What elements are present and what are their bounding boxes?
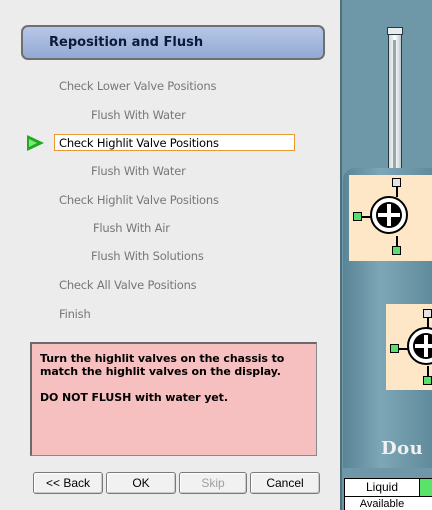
step-flush-with-air: Flush With Air	[93, 221, 170, 235]
valve-1[interactable]	[370, 196, 408, 234]
step-flush-with-water-1: Flush With Water	[91, 108, 186, 122]
skip-button[interactable]: Skip	[179, 472, 247, 494]
valve-2-port-top	[423, 309, 432, 318]
legend-liquid-swatch	[420, 479, 432, 497]
cancel-button[interactable]: Cancel	[250, 472, 320, 494]
valve-1-stub-bottom	[396, 236, 398, 246]
step-check-all-valve-positions: Check All Valve Positions	[59, 278, 197, 292]
step-flush-with-solutions: Flush With Solutions	[91, 249, 204, 263]
legend-box: Liquid Available	[344, 478, 432, 510]
wizard-panel: Reposition and Flush Check Lower Valve P…	[0, 0, 340, 510]
instructions-box: Turn the highlit valves on the chassis t…	[30, 342, 317, 456]
step-finish: Finish	[59, 307, 91, 321]
legend-available: Available	[359, 498, 405, 510]
step-flush-with-water-2: Flush With Water	[91, 164, 186, 178]
back-button[interactable]: << Back	[33, 472, 103, 494]
legend-liquid: Liquid	[345, 479, 420, 497]
chassis-diagram: Dou Liquid Available	[340, 0, 432, 510]
current-step-arrow-icon	[27, 135, 44, 151]
step-check-highlit-valve-positions-current: Check Highlit Valve Positions	[54, 134, 295, 151]
ok-button[interactable]: OK	[106, 472, 176, 494]
diagram-label: Dou	[381, 438, 424, 459]
valve-2-port-bottom	[423, 376, 432, 385]
diagram-divider	[340, 0, 342, 510]
valve-1-port-left	[353, 212, 362, 221]
wizard-title: Reposition and Flush	[21, 25, 325, 60]
valve-1-port-bottom	[392, 246, 401, 255]
valve-1-stub-top	[396, 187, 398, 197]
instruction-text: Turn the highlit valves on the chassis t…	[40, 352, 285, 378]
valve-2-stub-bottom	[427, 366, 429, 376]
instruction-warning: DO NOT FLUSH with water yet.	[40, 391, 228, 404]
column-tube-cap	[387, 27, 403, 35]
step-check-highlit-valve-positions-2: Check Highlit Valve Positions	[59, 193, 219, 207]
valve-2-port-left	[390, 344, 399, 353]
valve-1-port-top	[392, 178, 401, 187]
step-check-lower-valve-positions: Check Lower Valve Positions	[59, 79, 217, 93]
